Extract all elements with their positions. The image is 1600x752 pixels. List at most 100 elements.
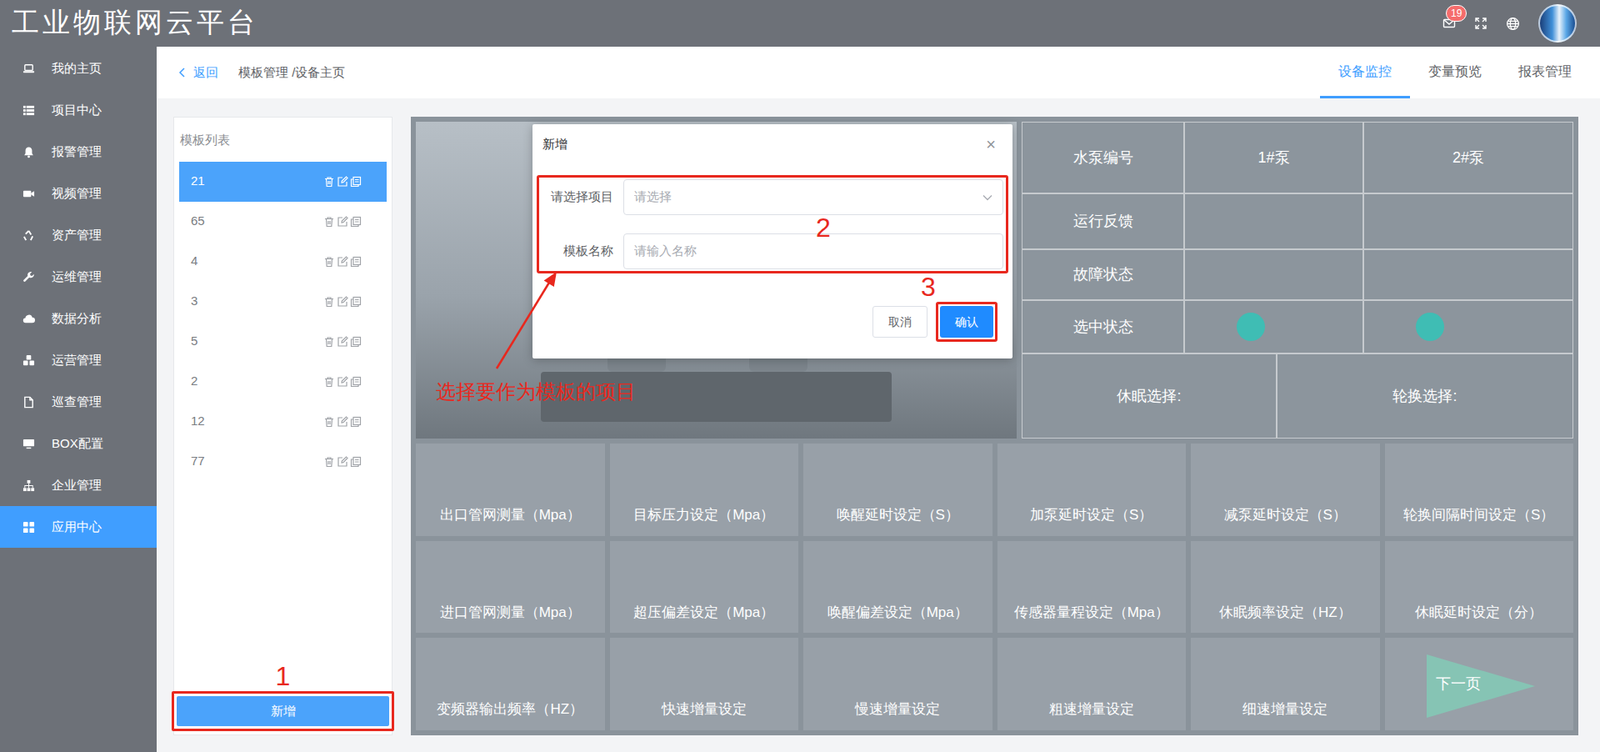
template-item[interactable]: 65 (179, 201, 387, 242)
sidebar-item-label: 企业管理 (51, 475, 102, 495)
header-cell: 2#泵 (1363, 121, 1574, 194)
table-cell (1363, 249, 1574, 300)
parameter-tile[interactable]: 粗速增量设定 (997, 637, 1187, 730)
cloud-chart-icon (21, 311, 35, 325)
parameter-tile[interactable]: 出口管网测量（Mpa） (415, 443, 605, 536)
fullscreen-icon (1474, 16, 1488, 30)
sidebar-item[interactable]: 我的主页 (0, 47, 157, 90)
table-footer: 休眠选择:轮换选择: (1021, 353, 1574, 439)
parameter-tile[interactable]: 细速增量设定 (1190, 637, 1380, 730)
table-row: 选中状态 (1021, 300, 1574, 354)
back-link[interactable]: 返回 (178, 63, 219, 83)
sidebar-item[interactable]: 项目中心 (0, 89, 157, 131)
parameter-tile[interactable]: 唤醒偏差设定（Mpa） (803, 540, 993, 634)
tile-label: 减泵延时设定（S） (1224, 504, 1347, 526)
row-actions (323, 455, 362, 468)
template-item[interactable]: 3 (179, 281, 387, 322)
sidebar-item-label: 我的主页 (51, 59, 102, 79)
copy-icon (350, 335, 362, 348)
mail-button[interactable]: 19 (1442, 16, 1456, 30)
sidebar-item[interactable]: 企业管理 (0, 464, 157, 506)
sidebar-item-label: 运营管理 (51, 350, 102, 370)
copy-icon (350, 255, 362, 268)
parameter-tile[interactable]: 目标压力设定（Mpa） (610, 443, 800, 536)
view-tab[interactable]: 报表管理 (1500, 46, 1590, 99)
sidebar-item[interactable]: 报警管理 (0, 130, 157, 173)
confirm-button[interactable]: 确认 (940, 305, 994, 338)
sidebar-item-label: 运维管理 (51, 267, 102, 287)
template-item[interactable]: 5 (179, 321, 387, 362)
add-button[interactable]: 新增 (176, 695, 390, 726)
view-tab-label: 设备监控 (1338, 61, 1392, 82)
parameter-tile[interactable]: 超压偏差设定（Mpa） (610, 540, 800, 634)
template-name: 5 (190, 331, 198, 351)
row-actions (323, 335, 362, 348)
wrench-icon (21, 270, 35, 284)
sidebar-item[interactable]: 数据分析 (0, 297, 157, 340)
sitemap-icon (21, 478, 35, 492)
parameter-tile[interactable]: 轮换间隔时间设定（S） (1385, 443, 1575, 536)
cancel-button[interactable]: 取消 (872, 305, 928, 338)
parameter-tile[interactable]: 加泵延时设定（S） (997, 443, 1187, 536)
sidebar-item[interactable]: 应用中心 (0, 505, 157, 548)
copy-icon (350, 215, 362, 228)
parameter-tile[interactable]: 传感器量程设定（Mpa） (997, 540, 1187, 634)
parameter-tile[interactable]: 快速增量设定 (610, 637, 800, 730)
parameter-tile[interactable]: 唤醒延时设定（S） (803, 443, 993, 536)
sidebar-item[interactable]: 视频管理 (0, 172, 157, 215)
sidebar-item[interactable]: 巡查管理 (0, 380, 157, 423)
edit-icon (336, 415, 349, 428)
view-tab[interactable]: 设备监控 (1320, 46, 1410, 99)
field-input[interactable] (634, 241, 993, 261)
parameter-tile[interactable]: 慢速增量设定 (803, 637, 993, 730)
parameter-tile[interactable]: 减泵延时设定（S） (1190, 443, 1380, 536)
view-tab[interactable]: 变量预览 (1410, 46, 1500, 99)
breadcrumb-path: 模板管理 /设备主页 (238, 63, 345, 83)
tile-label: 超压偏差设定（Mpa） (633, 601, 775, 624)
sidebar-item[interactable]: BOX配置 (0, 422, 157, 465)
document-icon (21, 395, 35, 409)
parameter-tile[interactable]: 休眠频率设定（HZ） (1190, 540, 1380, 634)
monitor-icon (21, 436, 35, 450)
status-dot (1236, 260, 1265, 290)
annotation-arrow-icon (480, 258, 572, 384)
project-select[interactable] (623, 179, 1004, 215)
edit-icon (336, 375, 349, 388)
sidebar-item-label: 资产管理 (51, 225, 102, 245)
tile-label: 加泵延时设定（S） (1030, 504, 1153, 526)
delete-icon (323, 335, 335, 348)
edit-icon (336, 175, 349, 188)
chevron-left-icon (178, 67, 187, 78)
template-item[interactable]: 4 (179, 241, 387, 282)
delete-icon (323, 455, 335, 468)
name-input[interactable] (623, 233, 1004, 270)
template-item[interactable]: 77 (179, 441, 387, 482)
template-name: 12 (190, 411, 205, 431)
highlight-box: 确认 (935, 301, 998, 342)
template-item[interactable]: 2 (179, 361, 387, 402)
sidebar-item[interactable]: 资产管理 (0, 214, 157, 256)
spacer (174, 481, 392, 662)
row-label: 选中状态 (1021, 300, 1185, 354)
parameter-tile[interactable]: 进口管网测量（Mpa） (415, 540, 605, 634)
field-label: 模板名称 (541, 241, 624, 261)
copy-icon (350, 175, 362, 188)
row-actions (323, 415, 362, 428)
template-item[interactable]: 21 (179, 161, 387, 202)
avatar-icon[interactable] (1538, 4, 1577, 43)
sidebar-item[interactable]: 运营管理 (0, 339, 157, 381)
sidebar-item-label: 应用中心 (51, 517, 102, 537)
parameter-tile[interactable]: 变频器输出频率（HZ） (415, 637, 605, 730)
form-row: 请选择项目 (541, 179, 1004, 215)
field-input[interactable] (634, 187, 983, 207)
footer-cell: 轮换选择: (1276, 353, 1574, 439)
bell-icon (21, 145, 35, 159)
parameter-tile[interactable]: 休眠延时设定（分） (1385, 540, 1575, 634)
template-item[interactable]: 12 (179, 401, 387, 442)
pump-table: 水泵编号1#泵2#泵运行反馈故障状态选中状态休眠选择:轮换选择: (1021, 121, 1574, 439)
edit-icon (336, 295, 349, 308)
close-button[interactable]: × (985, 135, 996, 153)
next-page-tile[interactable]: 下一页 (1385, 637, 1575, 730)
view-tabs: 设备监控变量预览报表管理 (1320, 46, 1590, 99)
sidebar-item[interactable]: 运维管理 (0, 255, 157, 298)
